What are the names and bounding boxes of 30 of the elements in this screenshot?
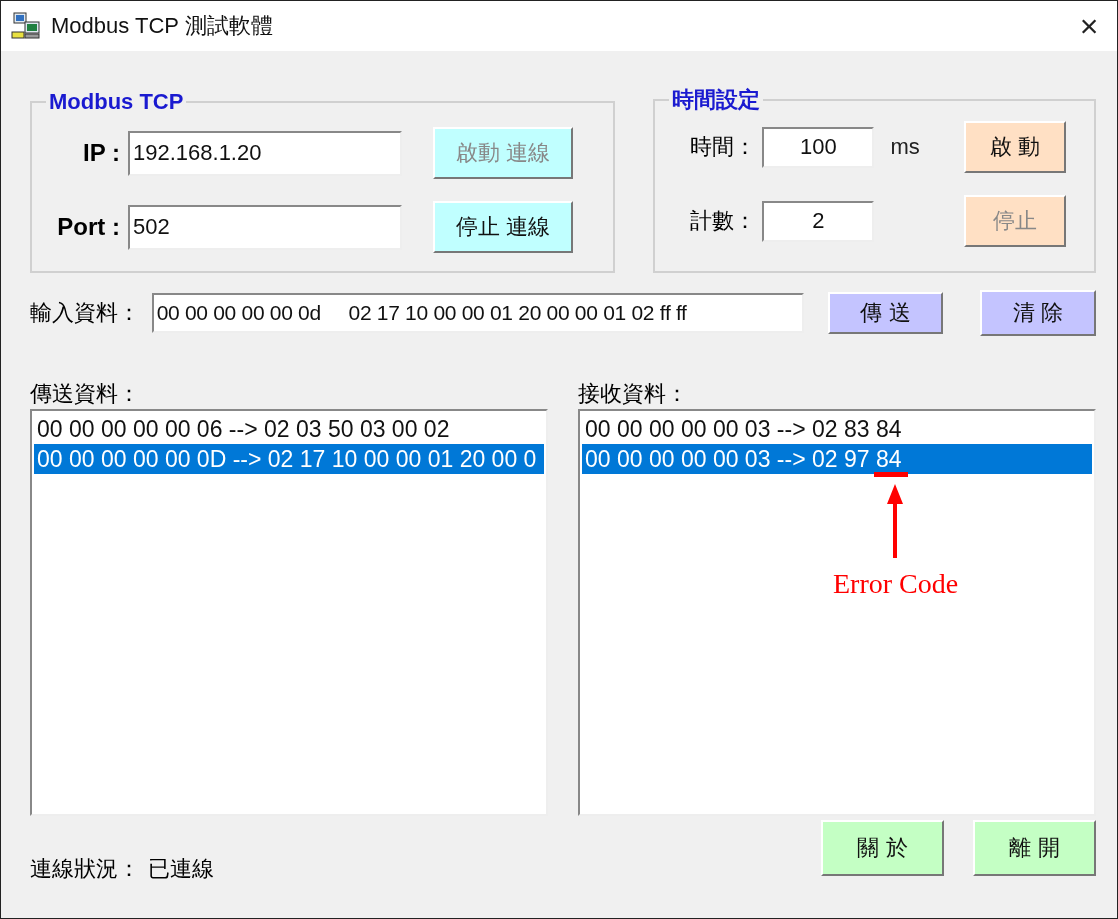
connection-button[interactable]: 停止 連線 <box>433 201 573 253</box>
annotation-text: Error Code <box>833 568 959 600</box>
close-button[interactable]: × <box>1061 1 1117 51</box>
list-label: 傳送資料： <box>30 380 141 408</box>
text-field[interactable]: 192.168.1.20 <box>128 130 402 176</box>
number-field[interactable]: 2 <box>762 200 875 242</box>
exit-button[interactable]: 離 開 <box>973 820 1096 876</box>
group-title: Modbus TCP <box>48 89 185 115</box>
list-item[interactable]: 00 00 00 00 00 0D --> 02 17 10 00 00 01 20 00 0 <box>34 444 544 474</box>
field-label: Port : <box>56 213 121 241</box>
unit-label: ms <box>889 134 921 160</box>
clear-button[interactable]: 清 除 <box>980 290 1096 336</box>
text-field[interactable]: 502 <box>128 204 402 250</box>
about-button[interactable]: 關 於 <box>821 820 944 876</box>
send-button[interactable]: 傳 送 <box>827 292 944 334</box>
group-title: 時間設定 <box>671 86 762 114</box>
list-label: 接收資料： <box>578 380 689 408</box>
field-label: 時間： <box>689 133 758 161</box>
timer-button[interactable]: 啟 動 <box>964 121 1067 173</box>
field-label: 計數： <box>689 207 758 235</box>
status-label: 連線狀況： <box>30 855 140 883</box>
number-field[interactable]: 100 <box>762 126 875 168</box>
data-input-field[interactable]: 00 00 00 00 00 0d 02 17 10 00 00 01 20 00 00 01 02 ff ff <box>151 293 804 333</box>
field-label: IP : <box>82 139 121 167</box>
list-item[interactable]: 00 00 00 00 00 03 --> 02 83 84 <box>582 414 1092 444</box>
list-item[interactable]: 00 00 00 00 00 06 --> 02 03 50 03 00 02 <box>34 414 544 444</box>
input-label: 輸入資料： <box>30 299 141 327</box>
status-value: 已連線 <box>148 855 214 883</box>
window-title: Modbus TCP 測試軟體 <box>51 12 273 40</box>
list-item[interactable]: 00 00 00 00 00 03 --> 02 97 84 <box>582 444 1092 474</box>
